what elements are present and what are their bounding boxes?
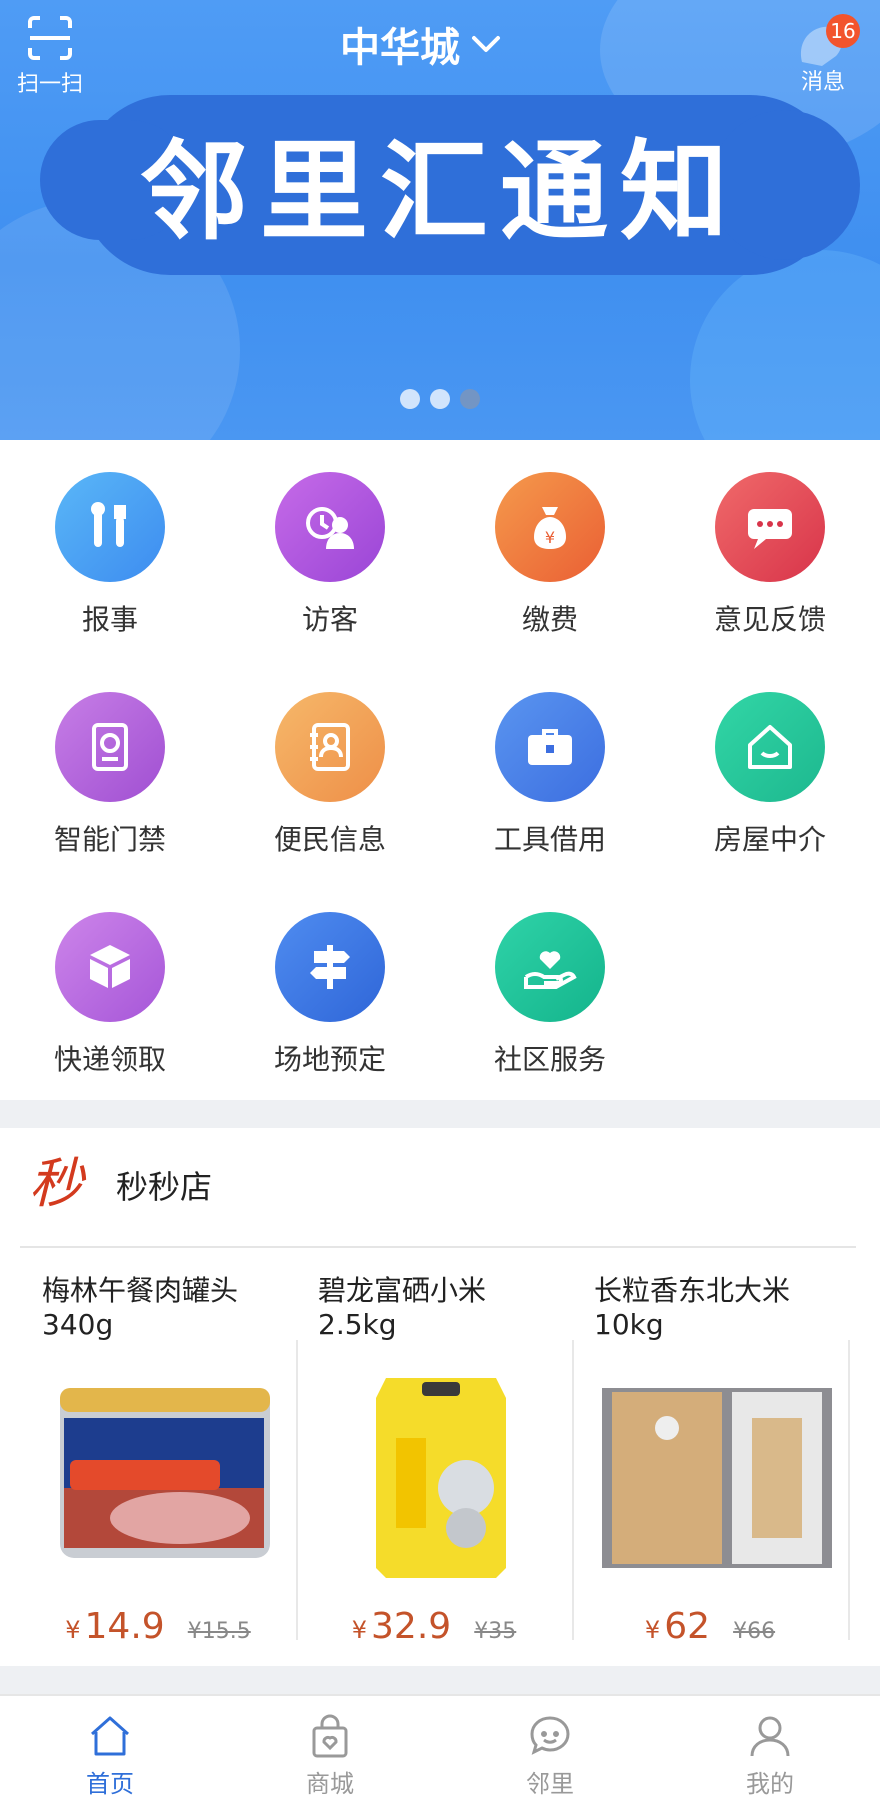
scan-button[interactable]: 扫一扫 bbox=[12, 14, 88, 98]
chat-bubble-icon bbox=[715, 472, 825, 582]
scan-label: 扫一扫 bbox=[16, 72, 83, 97]
product-card[interactable]: 碧龙富硒小米 2.5kg ¥32.9 ¥35 bbox=[296, 1248, 572, 1647]
tab-profile[interactable]: 我的 bbox=[660, 1696, 880, 1816]
message-button[interactable]: 16 消息 bbox=[778, 12, 868, 96]
service-label: 快递领取 bbox=[53, 1043, 166, 1076]
tab-label: 商城 bbox=[306, 1770, 354, 1798]
section-divider bbox=[0, 1666, 880, 1694]
toolbox-icon bbox=[495, 692, 605, 802]
service-payment[interactable]: ¥ 缴费 bbox=[440, 440, 660, 660]
service-label: 场地预定 bbox=[273, 1043, 386, 1076]
product-card[interactable]: 长粒香东北大米 10kg ¥62 ¥66 bbox=[572, 1248, 848, 1647]
message-count-badge: 16 bbox=[826, 14, 860, 48]
original-price: ¥66 bbox=[733, 1619, 776, 1644]
carousel-indicators bbox=[0, 389, 880, 409]
city-name: 中华城 bbox=[340, 25, 460, 71]
service-package[interactable]: 快递领取 bbox=[0, 880, 220, 1100]
chat-icon bbox=[530, 1716, 570, 1755]
tab-mall[interactable]: 商城 bbox=[220, 1696, 440, 1816]
service-access-control[interactable]: 智能门禁 bbox=[0, 660, 220, 880]
service-label: 意见反馈 bbox=[713, 603, 826, 636]
tab-label: 首页 bbox=[86, 1770, 134, 1798]
product-price: ¥32.9 ¥35 bbox=[351, 1606, 517, 1647]
package-icon bbox=[55, 912, 165, 1022]
original-price: ¥15.5 bbox=[187, 1619, 251, 1644]
product-name: 碧龙富硒小米 2.5kg bbox=[318, 1274, 487, 1341]
signpost-icon bbox=[275, 912, 385, 1022]
svg-text:秒: 秒 bbox=[29, 1152, 87, 1215]
tools-icon bbox=[55, 472, 165, 582]
shop-header[interactable]: 秒 秒秒店 bbox=[0, 1128, 880, 1246]
carousel-dot[interactable] bbox=[400, 389, 420, 409]
service-venue-booking[interactable]: 场地预定 bbox=[220, 880, 440, 1100]
product-image-millet-bag bbox=[376, 1378, 506, 1578]
tab-label: 邻里 bbox=[526, 1770, 574, 1798]
service-label: 工具借用 bbox=[493, 823, 606, 856]
original-price: ¥35 bbox=[474, 1619, 517, 1644]
profile-icon bbox=[750, 1716, 790, 1757]
divider bbox=[848, 1340, 850, 1640]
service-label: 社区服务 bbox=[493, 1043, 606, 1076]
service-grid: 报事 访客 ¥ 缴费 意见反馈 智能门禁 便民信息 工具借用 房屋中介 快递领取… bbox=[0, 440, 880, 1100]
carousel-dot[interactable] bbox=[430, 389, 450, 409]
home-icon bbox=[91, 1716, 129, 1756]
service-label: 报事 bbox=[81, 603, 138, 636]
banner-title: 邻里汇通知 bbox=[139, 130, 740, 255]
product-name: 梅林午餐肉罐头 340g bbox=[42, 1274, 239, 1341]
product-name: 长粒香东北大米 10kg bbox=[594, 1274, 791, 1341]
house-icon bbox=[715, 692, 825, 802]
money-bag-icon: ¥ bbox=[495, 472, 605, 582]
visitor-icon bbox=[275, 472, 385, 582]
access-control-icon bbox=[55, 692, 165, 802]
scan-icon bbox=[28, 16, 72, 60]
tab-neighbors[interactable]: 邻里 bbox=[440, 1696, 660, 1816]
section-divider bbox=[0, 1100, 880, 1128]
tab-label: 我的 bbox=[746, 1770, 794, 1798]
service-tool-lending[interactable]: 工具借用 bbox=[440, 660, 660, 880]
bottom-tab-bar: 首页 商城 邻里 我的 bbox=[0, 1694, 880, 1816]
service-label: 房屋中介 bbox=[713, 823, 826, 856]
heart-hand-icon bbox=[495, 912, 605, 1022]
message-label: 消息 bbox=[800, 70, 845, 95]
service-report[interactable]: 报事 bbox=[0, 440, 220, 660]
product-card[interactable]: 梅林午餐肉罐头 340g ¥14.9 ¥15.5 bbox=[20, 1248, 296, 1647]
tab-home[interactable]: 首页 bbox=[0, 1696, 220, 1816]
service-label: 访客 bbox=[301, 603, 358, 636]
banner-carousel[interactable]: 邻里汇通知 扫一扫 中华城 16 消息 bbox=[0, 0, 880, 440]
product-price: ¥14.9 ¥15.5 bbox=[65, 1606, 251, 1647]
service-label: 缴费 bbox=[521, 603, 578, 636]
product-image-canned-meat bbox=[60, 1388, 270, 1558]
product-image-rice-bag bbox=[602, 1388, 832, 1568]
service-feedback[interactable]: 意见反馈 bbox=[660, 440, 880, 660]
service-label: 便民信息 bbox=[273, 823, 386, 856]
service-info[interactable]: 便民信息 bbox=[220, 660, 440, 880]
product-price: ¥62 ¥66 bbox=[644, 1606, 776, 1647]
service-community[interactable]: 社区服务 bbox=[440, 880, 660, 1100]
service-label: 智能门禁 bbox=[53, 823, 166, 856]
shop-logo: 秒 bbox=[29, 1152, 87, 1215]
chevron-down-icon bbox=[472, 36, 500, 52]
city-selector[interactable]: 中华城 bbox=[340, 16, 502, 72]
carousel-dot-active[interactable] bbox=[460, 389, 480, 409]
service-real-estate[interactable]: 房屋中介 bbox=[660, 660, 880, 880]
svg-text:¥: ¥ bbox=[545, 528, 555, 547]
shop-title: 秒秒店 bbox=[116, 1168, 213, 1206]
contact-book-icon bbox=[275, 692, 385, 802]
shopping-bag-icon bbox=[312, 1714, 348, 1758]
banner-decoration bbox=[690, 250, 880, 440]
service-visitor[interactable]: 访客 bbox=[220, 440, 440, 660]
